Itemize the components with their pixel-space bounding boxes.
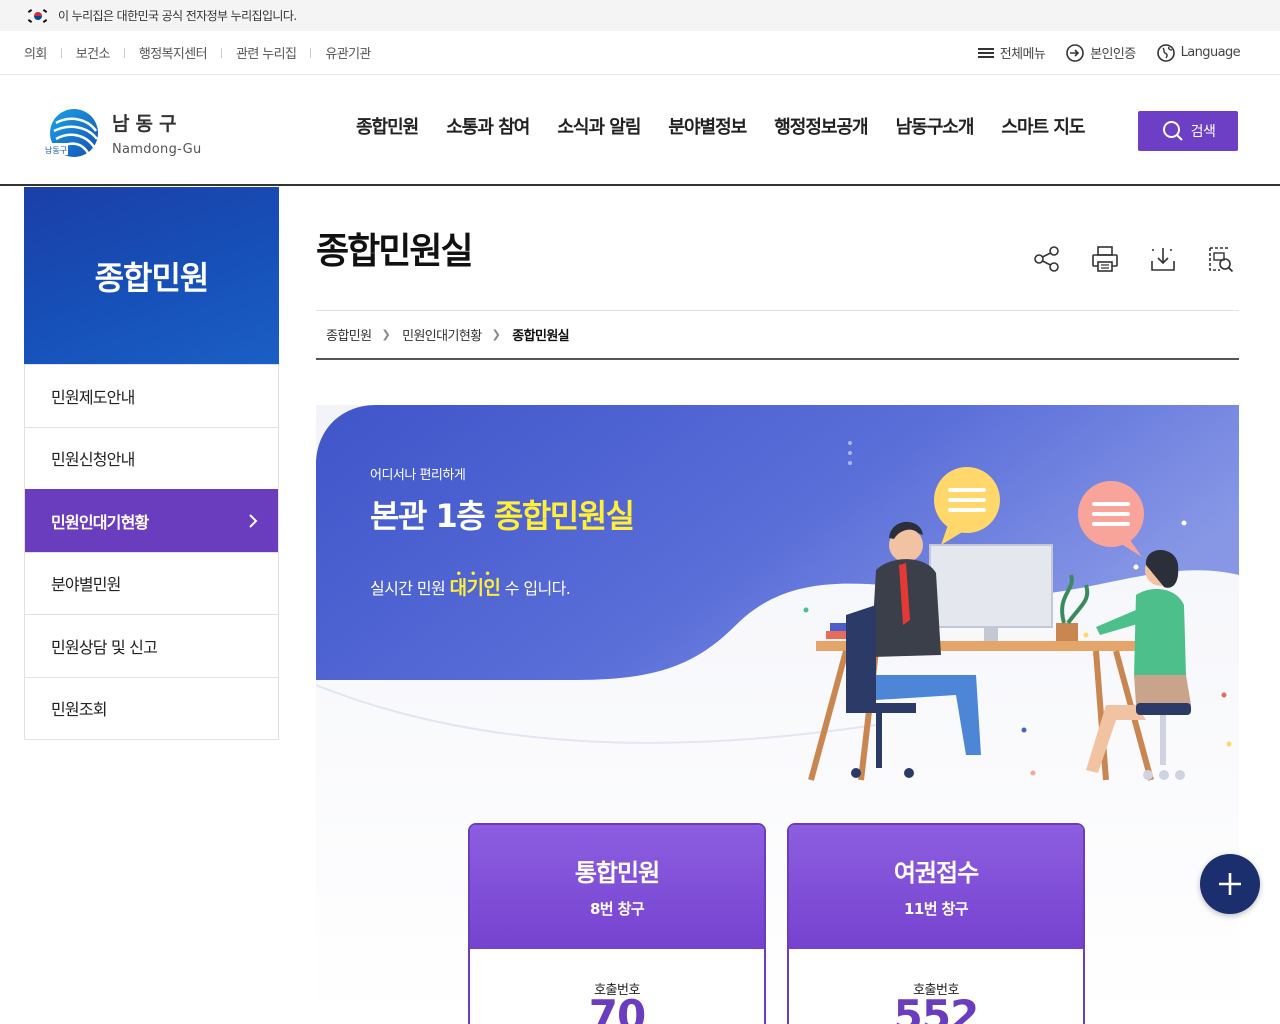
auth-button[interactable]: 본인인증 bbox=[1065, 43, 1136, 63]
sidebar-item-label: 민원조회 bbox=[51, 700, 107, 720]
korea-flag-icon bbox=[27, 8, 48, 23]
divider bbox=[221, 47, 222, 58]
util-link-related-sites[interactable]: 관련 누리집 bbox=[236, 43, 297, 62]
language-button[interactable]: Language bbox=[1156, 43, 1241, 63]
plus-icon bbox=[1219, 873, 1241, 895]
counter-card: 통합민원 8번 창구 호출번호 70 bbox=[468, 823, 766, 1024]
page-tools bbox=[1030, 242, 1238, 276]
breadcrumb-item[interactable]: 종합민원 bbox=[326, 325, 372, 344]
share-icon bbox=[1034, 246, 1059, 272]
gov-banner-text: 이 누리집은 대한민국 공식 전자정부 누리집입니다. bbox=[58, 9, 297, 23]
divider bbox=[310, 47, 312, 58]
auth-label: 본인인증 bbox=[1090, 47, 1136, 62]
util-link-health-center[interactable]: 보건소 bbox=[76, 43, 111, 62]
waiting-status-banner: 어디서나 편리하게 본관 1층 종합민원실 실시간 민원 ••• 대기인 수 입니… bbox=[316, 405, 1239, 1024]
gnb-item-civil[interactable]: 종합민원 bbox=[356, 113, 419, 139]
util-link-council[interactable]: 의회 bbox=[24, 43, 47, 62]
divider bbox=[123, 47, 125, 58]
viewer-button[interactable] bbox=[1204, 242, 1238, 276]
document-search-icon bbox=[1209, 247, 1234, 273]
gnb-item-admin-info[interactable]: 행정정보공개 bbox=[774, 113, 868, 139]
utility-bar: 의회 보건소 행정복지센터 관련 누리집 유관기관 전체메뉴 본인인증 Lang… bbox=[0, 31, 1280, 75]
globe-icon bbox=[1156, 43, 1175, 62]
print-icon bbox=[1092, 246, 1118, 272]
gnb-item-news[interactable]: 소식과 알림 bbox=[557, 113, 641, 139]
gnb-item-participation[interactable]: 소통과 참여 bbox=[446, 113, 530, 139]
login-icon bbox=[1066, 43, 1084, 62]
sidebar-item-waiting-status[interactable]: 민원인대기현황 bbox=[25, 489, 278, 552]
gov-banner: 이 누리집은 대한민국 공식 전자정부 누리집입니다. bbox=[0, 0, 1280, 31]
sidebar-item-label: 민원신청안내 bbox=[51, 450, 135, 470]
util-link-agencies[interactable]: 유관기관 bbox=[325, 43, 371, 62]
sidebar-item-label: 민원상담 및 신고 bbox=[51, 637, 158, 657]
search-label: 검색 bbox=[1190, 124, 1216, 140]
main-navigation: 종합민원 소통과 참여 소식과 알림 분야별정보 행정정보공개 남동구소개 스마… bbox=[342, 113, 1098, 139]
sidebar: 종합민원 민원제도안내 민원신청안내 민원인대기현황 분야별민원 민원상담 및 … bbox=[24, 187, 279, 740]
banner-title: 본관 1층 종합민원실 bbox=[370, 497, 635, 535]
sidebar-item-label: 분야별민원 bbox=[51, 575, 121, 595]
banner-description: 실시간 민원 ••• 대기인 수 입니다. bbox=[370, 569, 571, 599]
emphasis-dots-icon: ••• bbox=[455, 569, 499, 580]
all-menu-label: 전체메뉴 bbox=[999, 47, 1046, 62]
breadcrumb: 종합민원 ❯ 민원인대기현황 ❯ 종합민원실 bbox=[326, 325, 570, 344]
search-button[interactable]: 검색 bbox=[1138, 111, 1238, 151]
chevron-right-icon bbox=[249, 514, 258, 528]
counter-name: 통합민원 bbox=[574, 859, 660, 887]
sidebar-item-label: 민원제도안내 bbox=[51, 387, 135, 407]
util-link-welfare-center[interactable]: 행정복지센터 bbox=[139, 43, 208, 62]
download-button[interactable] bbox=[1146, 242, 1180, 276]
download-icon bbox=[1151, 248, 1175, 271]
share-button[interactable] bbox=[1030, 242, 1064, 276]
sidebar-menu: 민원제도안내 민원신청안내 민원인대기현황 분야별민원 민원상담 및 신고 민원… bbox=[24, 364, 279, 740]
counter-name: 여권접수 bbox=[893, 859, 979, 887]
hamburger-icon bbox=[977, 47, 994, 58]
sidebar-item-application-guide[interactable]: 민원신청안내 bbox=[25, 426, 278, 490]
namdong-logo-icon: 남동구 bbox=[44, 105, 100, 161]
site-header: 남동구 남동구 Namdong-Gu 종합민원 소통과 참여 소식과 알림 분야… bbox=[0, 75, 1280, 186]
sidebar-item-inquiry[interactable]: 민원조회 bbox=[25, 676, 278, 740]
gnb-item-field-info[interactable]: 분야별정보 bbox=[668, 113, 747, 139]
util-actions: 전체메뉴 본인인증 Language bbox=[957, 31, 1241, 74]
breadcrumb-current: 종합민원실 bbox=[512, 329, 570, 344]
counter-window: 11번 창구 bbox=[904, 900, 969, 918]
search-icon bbox=[1162, 121, 1183, 141]
gnb-item-smart-map[interactable]: 스마트 지도 bbox=[1001, 113, 1085, 139]
sidebar-title: 종합민원 bbox=[24, 187, 279, 364]
counter-card: 여권접수 11번 창구 호출번호 552 bbox=[787, 823, 1085, 1024]
divider bbox=[316, 358, 1239, 360]
divider bbox=[60, 47, 62, 58]
logo-korean: 남동구 bbox=[112, 113, 183, 135]
quick-menu-button[interactable] bbox=[1200, 854, 1260, 914]
call-number: 552 bbox=[893, 991, 980, 1024]
sidebar-item-field-civil[interactable]: 분야별민원 bbox=[25, 551, 278, 615]
page-title: 종합민원실 bbox=[316, 231, 474, 272]
gnb-item-about[interactable]: 남동구소개 bbox=[896, 113, 975, 139]
counter-window: 8번 창구 bbox=[589, 900, 645, 918]
sidebar-item-consult-report[interactable]: 민원상담 및 신고 bbox=[25, 614, 278, 677]
banner-subtitle: 어디서나 편리하게 bbox=[370, 468, 466, 483]
language-label: Language bbox=[1180, 45, 1241, 60]
sidebar-item-label: 민원인대기현황 bbox=[51, 512, 149, 532]
related-links: 의회 보건소 행정복지센터 관련 누리집 유관기관 bbox=[24, 31, 371, 74]
chevron-right-icon: ❯ bbox=[381, 328, 391, 341]
svg-text:남동구: 남동구 bbox=[45, 146, 67, 155]
print-button[interactable] bbox=[1088, 242, 1122, 276]
divider bbox=[316, 310, 1239, 311]
breadcrumb-item[interactable]: 민원인대기현황 bbox=[402, 325, 482, 344]
chevron-right-icon: ❯ bbox=[491, 328, 501, 341]
site-logo[interactable]: 남동구 남동구 Namdong-Gu bbox=[44, 105, 202, 161]
call-number: 70 bbox=[588, 991, 646, 1024]
sidebar-item-system-guide[interactable]: 민원제도안내 bbox=[25, 364, 278, 427]
all-menu-button[interactable]: 전체메뉴 bbox=[977, 43, 1046, 62]
logo-english: Namdong-Gu bbox=[112, 142, 202, 157]
